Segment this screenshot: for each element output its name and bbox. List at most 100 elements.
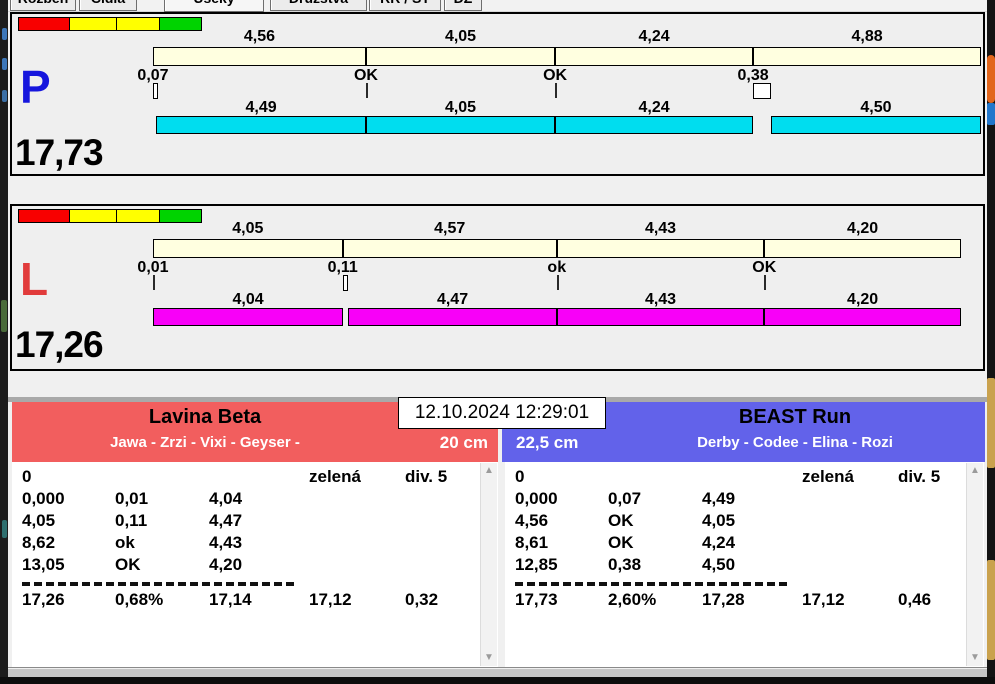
split-bar-track: 4,05 0,01 4,04 4,57 0,11 4,47 4,43 ok 4,43 4,20 OK… — [137, 206, 961, 340]
table-cell: 4,24 — [702, 533, 736, 552]
background-fragment — [2, 58, 7, 70]
separator-line — [515, 582, 787, 586]
separator-line — [22, 582, 294, 586]
vertical-scrollbar[interactable]: ▲ ▼ — [480, 463, 497, 666]
lane-total-time: 17,73 — [15, 132, 104, 173]
table-row: 0 zelená div. 5 — [12, 467, 498, 489]
legend-color-swatch — [69, 209, 117, 223]
table-cell: 0,38 — [608, 555, 642, 574]
tab-label: Čidla — [91, 0, 125, 6]
run-datetime: 12.10.2024 12:29:01 — [398, 397, 606, 429]
tab-rozbeh[interactable]: Rozběh — [10, 0, 76, 11]
table-cell: 0 — [515, 467, 525, 486]
legend-color-swatch — [69, 17, 117, 31]
tab-label: DZ — [454, 0, 473, 6]
gross-time-label: 4,24 — [638, 28, 670, 45]
run-time-label: 4,50 — [860, 99, 892, 116]
table-cell: 0,000 — [22, 489, 65, 508]
lane-letter: L — [20, 253, 49, 305]
table-cell: 4,47 — [209, 511, 243, 530]
run-bar-segment — [153, 308, 343, 326]
table-cell: zelená — [802, 467, 854, 486]
changeover-gap-box — [153, 83, 158, 99]
table-row: 0 zelená div. 5 — [505, 467, 984, 489]
table-cell: 0,01 — [115, 489, 149, 508]
changeover-gap-box — [753, 83, 771, 99]
table-row: 8,62 ok 4,43 — [12, 533, 498, 555]
run-bar-segment — [347, 308, 558, 326]
background-window-fragment-left — [0, 0, 8, 684]
background-fragment — [2, 28, 7, 40]
table-row: 12,85 0,38 4,50 — [505, 555, 984, 577]
run-bar-segment — [365, 116, 556, 134]
table-cell: 4,05 — [22, 511, 56, 530]
run-time-label: 4,04 — [232, 291, 264, 308]
table-cell: 17,73 — [515, 590, 558, 609]
table-cell: OK — [608, 533, 634, 552]
background-fragment — [987, 560, 995, 660]
app-window: Rozběh Čidla Úseky Družstva RR / ST DZ P… — [8, 0, 987, 678]
background-fragment — [2, 520, 7, 538]
run-time-label: 4,20 — [847, 291, 879, 308]
table-cell: 4,20 — [209, 555, 243, 574]
changeover-tick — [764, 275, 767, 290]
run-time-label: 4,49 — [245, 99, 277, 116]
table-cell: 2,60% — [608, 590, 657, 609]
table-cell: 17,28 — [702, 590, 745, 609]
table-cell: 4,49 — [702, 489, 736, 508]
table-row: 4,05 0,11 4,47 — [12, 511, 498, 533]
table-cell: zelená — [309, 467, 361, 486]
vertical-scrollbar[interactable]: ▲ ▼ — [966, 463, 983, 666]
scroll-up-icon[interactable]: ▲ — [481, 463, 497, 479]
table-cell: 8,62 — [22, 533, 56, 552]
table-cell: 0,11 — [115, 511, 148, 530]
table-cell: 0,07 — [608, 489, 642, 508]
segment-divider — [554, 47, 557, 66]
jump-height: 22,5 cm — [516, 433, 579, 452]
gross-time-bar — [153, 47, 981, 66]
lane-total-time: 17,26 — [15, 324, 104, 365]
table-cell: 17,14 — [209, 590, 252, 609]
run-time-label: 4,47 — [436, 291, 469, 308]
tab-label: Úseky — [193, 0, 234, 6]
tab-label: Rozběh — [18, 0, 69, 6]
table-row: 8,61 OK 4,24 — [505, 533, 984, 555]
table-cell: 8,61 — [515, 533, 549, 552]
run-time-label: 4,05 — [444, 99, 477, 116]
table-footer-row: 17,26 0,68% 17,14 17,12 0,32 — [12, 590, 498, 612]
run-time-label: 4,24 — [638, 99, 670, 116]
table-row: 4,56 OK 4,05 — [505, 511, 984, 533]
background-app-icon-fragment — [987, 55, 995, 103]
tab-cidla[interactable]: Čidla — [79, 0, 137, 11]
lane-panel-left: L 17,26 4,05 0,01 4,04 4,57 0,11 4,47 4,43 ok 4,… — [10, 204, 985, 371]
gross-time-label: 4,56 — [243, 28, 276, 45]
background-app-icon-fragment — [987, 103, 995, 125]
scroll-down-icon[interactable]: ▼ — [481, 650, 497, 666]
tab-label: Družstva — [289, 0, 348, 6]
changeover-tick — [153, 275, 155, 290]
segment-divider — [364, 47, 367, 66]
split-bar-track: 4,56 0,07 4,49 4,05 OK 4,05 4,24 OK 4,24 4,88 0,38… — [137, 14, 981, 148]
scroll-up-icon[interactable]: ▲ — [967, 463, 983, 479]
legend-color-swatch — [18, 209, 70, 223]
table-cell: 17,12 — [309, 590, 352, 609]
run-bar-segment — [770, 116, 981, 134]
tab-druzstva[interactable]: Družstva — [270, 0, 367, 11]
tab-dz[interactable]: DZ — [444, 0, 482, 11]
background-fragment — [2, 90, 7, 102]
tab-rr-st[interactable]: RR / ST — [369, 0, 441, 11]
segment-divider — [555, 239, 558, 258]
result-table-left: ▲ ▼ 0 zelená div. 5 0,000 0,01 4,04 4,05 0,11 4,… — [12, 462, 498, 667]
table-row: 13,05 OK 4,20 — [12, 555, 498, 577]
changeover-tick — [365, 83, 368, 98]
table-cell: 0,000 — [515, 489, 558, 508]
lane-letter: P — [20, 61, 51, 113]
table-cell: 17,12 — [802, 590, 845, 609]
lane-panel-right: P 17,73 4,56 0,07 4,49 4,05 OK 4,05 4,24 OK 4,24… — [10, 12, 985, 176]
table-cell: OK — [115, 555, 141, 574]
team-dogs: Derby - Codee - Elina - Rozi — [697, 434, 893, 451]
tab-bar: Rozběh Čidla Úseky Družstva RR / ST DZ — [8, 0, 987, 12]
tab-useky[interactable]: Úseky — [164, 0, 264, 12]
scroll-down-icon[interactable]: ▼ — [967, 650, 983, 666]
run-time-label: 4,43 — [644, 291, 677, 308]
